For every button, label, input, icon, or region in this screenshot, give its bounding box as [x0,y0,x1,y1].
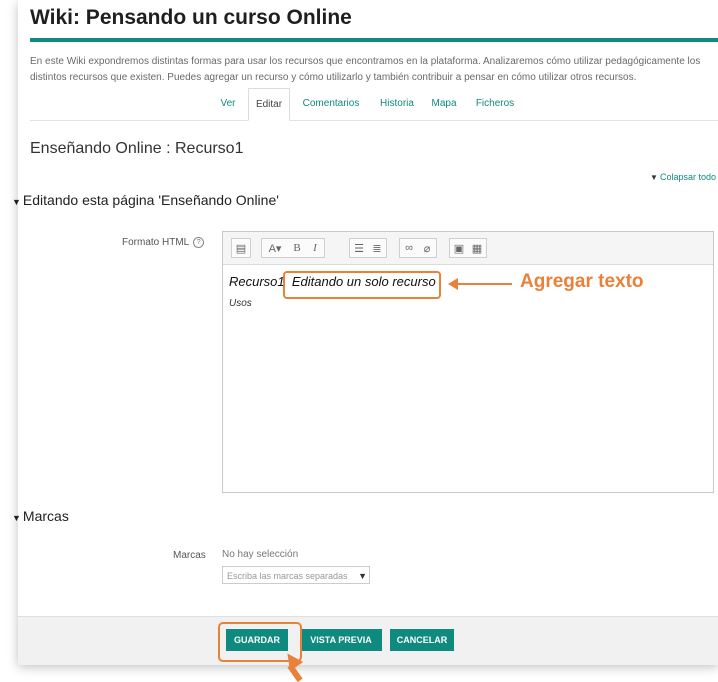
title-divider [30,38,718,42]
media-icon[interactable]: ▦ [468,239,486,257]
format-label-text: Formato HTML [122,237,190,249]
editor-text-prefix: Recurso1 [229,274,285,289]
toolbar-group-3: ☰ ≣ [349,238,387,258]
image-icon[interactable]: ▣ [450,239,468,257]
toolbar-group-2: A▾ B I [261,238,325,258]
font-color-icon[interactable]: A▾ [262,239,288,257]
wiki-tabs: Ver Editar Comentarios Historia Mapa Fic… [30,88,718,121]
collapse-all-link[interactable]: ▼ Colapsar todo [650,172,716,182]
edit-section-header[interactable]: ▼ Editando esta página 'Enseñando Online' [12,192,279,208]
triangle-down-icon: ▼ [650,173,658,182]
link-icon[interactable]: ∞ [400,239,418,257]
tags-label: Marcas [173,550,206,561]
toolbar-group-5: ▣ ▦ [449,238,487,258]
caret-down-icon: ▼ [12,197,21,207]
editor-toolbar: ▤ A▾ B I ☰ ≣ ∞ ⌀ ▣ ▦ [223,232,713,265]
cancel-button[interactable]: CANCELAR [390,629,454,651]
wiki-description: En este Wiki expondremos distintas forma… [30,56,701,83]
help-icon[interactable]: ? [193,237,205,248]
tags-input[interactable]: Escriba las marcas separadas ▼ [222,566,370,584]
toolbar-group-4: ∞ ⌀ [399,238,437,258]
bold-icon[interactable]: B [288,239,306,257]
page-heading: Enseñando Online : Recurso1 [30,140,244,157]
italic-icon[interactable]: I [306,239,324,257]
unlink-icon[interactable]: ⌀ [418,239,436,257]
preview-button[interactable]: VISTA PREVIA [300,629,382,651]
tab-historia[interactable]: Historia [374,88,420,119]
bullet-list-icon[interactable]: ☰ [350,239,368,257]
tab-ver[interactable]: Ver [214,88,242,119]
editor-line-2[interactable]: Usos [229,298,252,309]
tags-current-value: No hay selección [222,549,299,560]
callout-label: Agregar texto [520,271,644,292]
edit-section-title: Editando esta página 'Enseñando Online' [22,192,279,208]
numbered-list-icon[interactable]: ≣ [368,239,386,257]
caret-down-icon: ▼ [12,513,21,523]
format-label: Formato HTML? [122,237,205,249]
tab-comentarios[interactable]: Comentarios [296,88,366,119]
dropdown-arrow-icon[interactable]: ▼ [358,567,367,583]
tags-section-header[interactable]: ▼ Marcas [12,508,69,524]
callout-line [456,283,512,285]
tab-mapa[interactable]: Mapa [428,88,460,119]
collapse-all-label: Colapsar todo [659,172,716,182]
highlight-box [283,271,441,299]
toolbar-group-1: ▤ [231,238,251,258]
table-icon[interactable]: ▤ [232,239,250,257]
tags-input-placeholder: Escriba las marcas separadas [227,571,348,581]
page-title: Wiki: Pensando un curso Online [30,6,352,29]
tags-section-title: Marcas [22,508,69,524]
tab-editar[interactable]: Editar [248,88,290,121]
tab-ficheros[interactable]: Ficheros [470,88,520,119]
